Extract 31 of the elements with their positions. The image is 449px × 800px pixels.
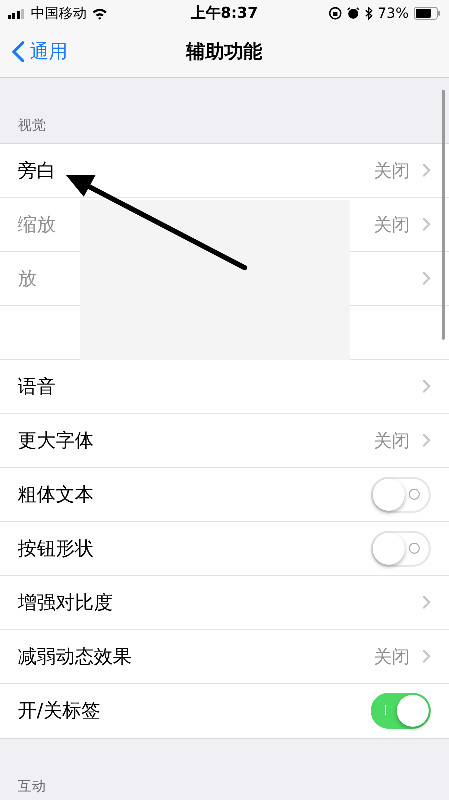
section-header: 互动 (18, 778, 46, 796)
status-time: 上午8:37 (190, 4, 258, 23)
signal-icon (8, 8, 26, 18)
toggle-switch[interactable] (371, 693, 431, 729)
battery-icon (414, 7, 441, 20)
chevron-left-icon (12, 41, 25, 63)
back-button[interactable]: 通用 (10, 37, 70, 67)
page-title: 辅助功能 (186, 40, 262, 65)
chevron-right-icon (422, 163, 431, 178)
settings-row[interactable]: 减弱动态效果 关闭 (0, 630, 449, 684)
setting-label: 放 (18, 266, 37, 292)
settings-row[interactable]: 增强对比度 (0, 576, 449, 630)
settings-row[interactable]: 更大字体 关闭 (0, 414, 449, 468)
alarm-icon (346, 7, 360, 20)
battery-percent: 73% (378, 6, 409, 22)
section-header: 视觉 (18, 117, 46, 135)
chevron-right-icon (422, 217, 431, 232)
chevron-right-icon (422, 379, 431, 394)
chevron-right-icon (422, 271, 431, 286)
wifi-icon (92, 8, 108, 20)
carrier-name: 中国移动 (31, 4, 87, 22)
setting-label: 按钮形状 (18, 536, 94, 562)
setting-label: 开/关标签 (18, 699, 100, 724)
chevron-right-icon (422, 649, 431, 664)
rotation-lock-icon (328, 7, 342, 20)
bluetooth-icon (364, 7, 373, 20)
setting-label: 缩放 (18, 212, 56, 238)
chevron-right-icon (422, 433, 431, 448)
chevron-right-icon (422, 595, 431, 610)
setting-value: 关闭 (374, 214, 410, 236)
setting-label: 粗体文本 (18, 482, 94, 508)
